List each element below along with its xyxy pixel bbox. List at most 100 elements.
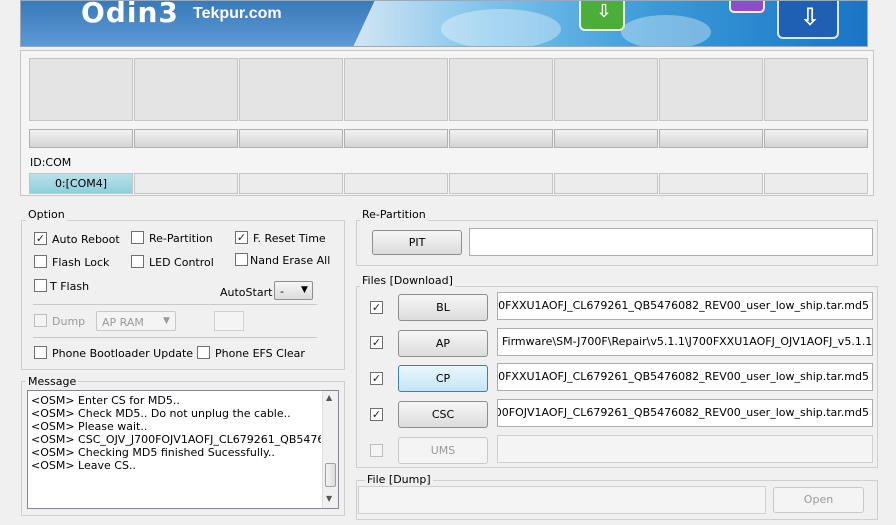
message-line: <OSM> Leave CS.. xyxy=(31,459,136,472)
ap-path: Firmware\SM-J700F\Repair\v5.1.1\J700FXXU… xyxy=(502,335,873,348)
device-slot xyxy=(344,58,448,121)
csc-checkbox[interactable]: ✓ xyxy=(370,408,383,421)
idcom-label: ID:COM xyxy=(30,156,72,169)
progress-bar xyxy=(554,129,658,148)
scroll-thumb[interactable] xyxy=(325,463,336,487)
option-title: Option xyxy=(26,208,67,221)
auto-reboot-label: Auto Reboot xyxy=(52,233,120,246)
phone-efs-clear-label: Phone EFS Clear xyxy=(215,347,305,360)
bl-path: BL_J700FXXU1AOFJ_CL679261_QB5476082_REV0… xyxy=(497,299,869,312)
device-slot xyxy=(134,58,238,121)
ums-button[interactable]: UMS xyxy=(398,437,488,464)
file-dump-title: File [Dump] xyxy=(365,473,433,486)
autostart-select[interactable]: - ▼ xyxy=(274,281,313,300)
flash-lock-label: Flash Lock xyxy=(52,256,110,269)
message-lines: <OSM> Enter CS for MD5.. <OSM> Check MD5.… xyxy=(31,394,321,472)
dump-label: Dump xyxy=(52,315,86,328)
f-reset-time-checkbox[interactable]: ✓ xyxy=(235,231,248,244)
cp-button[interactable]: CP xyxy=(398,365,488,392)
device-slot xyxy=(764,58,868,121)
purple-app-icon xyxy=(729,1,765,13)
com-port-slot xyxy=(344,173,448,194)
map-decoration xyxy=(621,15,711,46)
auto-reboot-checkbox[interactable]: ✓ xyxy=(34,232,47,245)
download-green-icon: ⇩ xyxy=(579,1,625,31)
dump-checkbox[interactable] xyxy=(34,314,47,327)
bl-checkbox[interactable]: ✓ xyxy=(370,301,383,314)
com-port-slot xyxy=(554,173,658,194)
com-port-slot xyxy=(449,173,553,194)
nand-erase-all-checkbox[interactable] xyxy=(235,253,248,266)
bl-path-field[interactable]: BL_J700FXXU1AOFJ_CL679261_QB5476082_REV0… xyxy=(497,292,873,320)
bl-button[interactable]: BL xyxy=(398,294,488,321)
site-name: Tekpur.com xyxy=(193,5,282,22)
map-decoration xyxy=(441,9,561,46)
ap-path-field[interactable]: Firmware\SM-J700F\Repair\v5.1.1\J700FXXU… xyxy=(497,328,873,356)
dump-target-select[interactable]: AP RAM ▼ xyxy=(96,311,176,331)
t-flash-label: T Flash xyxy=(50,280,90,293)
device-slot xyxy=(29,58,133,121)
message-line: <OSM> Enter CS for MD5.. xyxy=(31,394,180,407)
re-partition-title: Re-Partition xyxy=(360,208,428,221)
phone-bootloader-update-label: Phone Bootloader Update xyxy=(52,347,194,360)
nand-erase-all-label: Nand Erase All xyxy=(250,254,331,267)
files-download-title: Files [Download] xyxy=(360,274,455,287)
message-log[interactable]: <OSM> Enter CS for MD5.. <OSM> Check MD5.… xyxy=(27,390,339,509)
pit-button[interactable]: PIT xyxy=(372,230,462,255)
progress-bar xyxy=(239,129,343,148)
dump-address-field[interactable] xyxy=(214,311,244,331)
csc-path: CSC_OJV_J700FOJV1AOFJ_CL679261_QB5476082… xyxy=(498,406,869,419)
progress-bar xyxy=(764,129,868,148)
ums-checkbox[interactable] xyxy=(370,444,383,457)
device-slot xyxy=(239,58,343,121)
option-divider xyxy=(33,304,317,305)
message-line: <OSM> Please wait.. xyxy=(31,420,148,433)
com-port-slot xyxy=(134,173,238,194)
pit-path-field[interactable] xyxy=(469,228,873,256)
cp-path: CP_J700FXXU1AOFJ_CL679261_QB5476082_REV0… xyxy=(497,370,869,383)
com-port-slot xyxy=(239,173,343,194)
progress-bar xyxy=(449,129,553,148)
csc-path-field[interactable]: CSC_OJV_J700FOJV1AOFJ_CL679261_QB5476082… xyxy=(497,399,873,427)
re-partition-checkbox[interactable] xyxy=(131,231,144,244)
chevron-down-icon: ▼ xyxy=(163,316,170,326)
ap-button[interactable]: AP xyxy=(398,330,488,357)
device-slot xyxy=(659,58,763,121)
app-logo: Odin3 xyxy=(81,0,179,29)
re-partition-label: Re-Partition xyxy=(149,232,213,245)
message-line: <OSM> Check MD5.. Do not unplug the cabl… xyxy=(31,407,291,420)
ap-checkbox[interactable]: ✓ xyxy=(370,336,383,349)
csc-button[interactable]: CSC xyxy=(398,401,488,428)
progress-bar xyxy=(29,129,133,148)
ums-path-field[interactable] xyxy=(497,435,873,463)
f-reset-time-label: F. Reset Time xyxy=(253,232,326,245)
device-slots-panel: 0:[COM4] ID:COM xyxy=(20,50,874,196)
dump-path-field[interactable] xyxy=(358,486,766,514)
t-flash-checkbox[interactable] xyxy=(34,279,47,292)
led-control-checkbox[interactable] xyxy=(131,255,144,268)
progress-bar xyxy=(659,129,763,148)
device-slot xyxy=(449,58,553,121)
cp-checkbox[interactable]: ✓ xyxy=(370,372,383,385)
scroll-down-icon[interactable]: ▼ xyxy=(326,494,332,503)
scroll-up-icon[interactable]: ▲ xyxy=(326,393,332,402)
progress-bar xyxy=(134,129,238,148)
phone-efs-clear-checkbox[interactable] xyxy=(197,346,210,359)
cp-path-field[interactable]: CP_J700FXXU1AOFJ_CL679261_QB5476082_REV0… xyxy=(497,363,873,391)
odin-banner: Odin3 Tekpur.com ⇩ ⇩ xyxy=(20,0,868,47)
device-slot xyxy=(554,58,658,121)
message-line: <OSM> CSC_OJV_J700FOJV1AOFJ_CL679261_QB5… xyxy=(31,433,321,446)
com-port-slot: 0:[COM4] xyxy=(29,173,133,194)
flash-lock-checkbox[interactable] xyxy=(34,255,47,268)
message-scrollbar[interactable]: ▲ ▼ xyxy=(322,391,338,508)
phone-bootloader-update-checkbox[interactable] xyxy=(34,346,47,359)
open-button[interactable]: Open xyxy=(773,487,864,513)
dump-target-value: AP RAM xyxy=(102,316,144,329)
chevron-down-icon: ▼ xyxy=(301,285,308,295)
led-control-label: LED Control xyxy=(149,256,214,269)
autostart-value: - xyxy=(280,285,284,298)
progress-bar xyxy=(344,129,448,148)
com-port-slot xyxy=(764,173,868,194)
autostart-label: AutoStart xyxy=(220,286,273,299)
option-divider xyxy=(33,337,317,338)
